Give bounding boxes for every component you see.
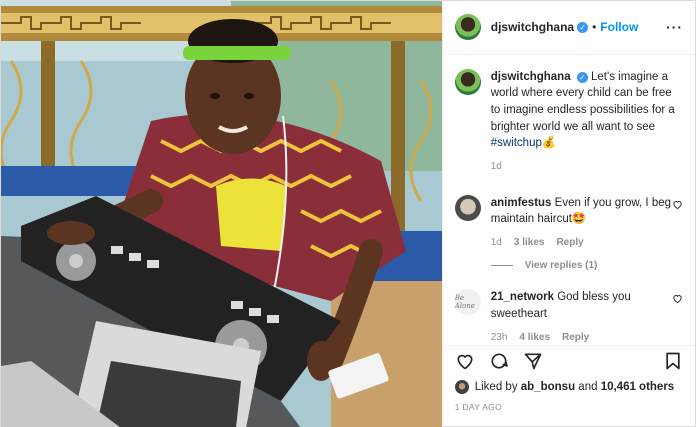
likes-summary: Liked by ab_bonsu and 10,461 others <box>443 376 695 394</box>
post-photo[interactable] <box>1 1 442 427</box>
liked-by-prefix: Liked by <box>474 381 518 393</box>
more-options-icon[interactable]: ··· <box>666 19 683 35</box>
share-icon[interactable] <box>523 351 543 371</box>
verified-badge-icon: ✓ <box>576 71 588 83</box>
replies-line <box>490 265 513 267</box>
commenter-avatar[interactable] <box>454 194 481 221</box>
follow-button[interactable]: Follow <box>600 20 638 34</box>
liker-avatar[interactable] <box>454 380 469 394</box>
caption-emoji: 💰 <box>541 137 557 150</box>
caption-time[interactable]: 1d <box>491 160 502 175</box>
comment-time[interactable]: 23h <box>491 331 508 346</box>
reply-button[interactable]: Reply <box>556 236 583 251</box>
comment-meta: 1d 3 likes Reply <box>491 236 672 251</box>
caption-hashtag[interactable]: #switchup <box>491 137 542 149</box>
comment-username[interactable]: animfestus <box>491 197 552 209</box>
dj-girl-photo <box>1 1 442 427</box>
verified-badge-icon: ✓ <box>577 21 589 33</box>
comment-body: animfestus Even if you grow, I beg maint… <box>491 195 672 251</box>
separator-dot: • <box>592 20 597 35</box>
comment-like-heart-icon[interactable] <box>672 199 683 210</box>
view-replies-label: View replies (1) <box>524 260 598 272</box>
author-username[interactable]: djswitchghana <box>491 20 574 34</box>
commenter-avatar[interactable]: Be Alone <box>454 289 481 316</box>
comment-icon[interactable] <box>489 351 509 371</box>
comment-item: animfestus Even if you grow, I beg maint… <box>454 194 683 251</box>
liked-by-middle: and <box>578 381 598 393</box>
comment-like-heart-icon[interactable] <box>672 293 683 304</box>
post-sidebar: djswitchghana ✓ • Follow ··· djswitchgha… <box>441 1 695 427</box>
comment-meta: 23h 4 likes Reply <box>491 331 672 346</box>
bookmark-icon[interactable] <box>663 351 683 371</box>
comment-username[interactable]: 21_network <box>491 291 554 303</box>
view-replies-button[interactable]: View replies (1) <box>490 260 683 272</box>
post-date[interactable]: 1 DAY AGO <box>443 394 695 427</box>
post-header: djswitchghana ✓ • Follow ··· <box>442 1 695 55</box>
comment-time[interactable]: 1d <box>491 236 502 251</box>
comment-item: Be Alone 21_network God bless you sweeth… <box>454 289 683 345</box>
caption-meta: 1d <box>491 160 683 175</box>
reply-button[interactable]: Reply <box>562 331 589 346</box>
comment-body: 21_network God bless you sweetheart 23h … <box>491 289 672 345</box>
heart-icon[interactable] <box>455 351 475 371</box>
caption: djswitchghana ✓ Let's imagine a world wh… <box>454 68 683 175</box>
instagram-post: djswitchghana ✓ • Follow ··· djswitchgha… <box>0 0 696 427</box>
comment-likes[interactable]: 4 likes <box>519 331 550 346</box>
caption-avatar[interactable] <box>454 68 481 95</box>
caption-username[interactable]: djswitchghana <box>491 71 571 83</box>
likes-count[interactable]: 10,461 others <box>601 381 675 393</box>
author-avatar[interactable] <box>454 14 481 41</box>
post-actions-bar <box>442 345 695 376</box>
comment-likes[interactable]: 3 likes <box>514 236 545 251</box>
comments-section: djswitchghana ✓ Let's imagine a world wh… <box>443 55 695 346</box>
caption-body: djswitchghana ✓ Let's imagine a world wh… <box>491 69 683 175</box>
liked-by-user[interactable]: ab_bonsu <box>521 381 575 393</box>
